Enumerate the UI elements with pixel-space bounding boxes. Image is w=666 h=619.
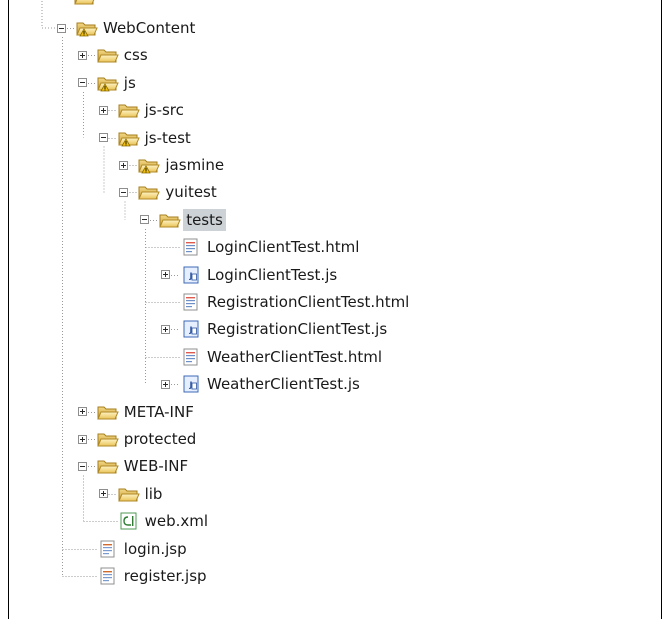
folder-icon (159, 211, 181, 229)
js-file-icon: J (180, 320, 202, 338)
tree-node[interactable]: js-src (98, 99, 498, 121)
tree-node-label: lib (144, 484, 163, 503)
tree-node-label: WEB-INF (123, 457, 189, 476)
tree-node[interactable]: css (77, 44, 477, 66)
tree-node[interactable]: WeatherClientTest.html (160, 346, 560, 368)
tree-node-label: protected (123, 430, 197, 448)
tree-node[interactable]: web.xml (98, 510, 498, 532)
folder-warning-icon (117, 129, 140, 147)
tree-node[interactable]: WEB-INF (77, 455, 477, 477)
folder-icon (97, 46, 119, 64)
tree-node-label: WebContent (103, 19, 196, 37)
collapse-toggle-icon[interactable] (77, 78, 87, 88)
js-file-icon: J (180, 266, 202, 284)
folder-icon (74, 0, 96, 6)
folder-warning-icon (138, 156, 161, 174)
html-file-icon (180, 293, 202, 311)
tree-node[interactable]: J WeatherClientTest.js (160, 373, 560, 395)
folder-icon (97, 457, 119, 475)
tree-node-label: jasmine (165, 156, 225, 174)
tree-node[interactable]: J LoginClientTest.js (160, 264, 560, 286)
tree-node[interactable]: js (77, 72, 477, 94)
jsp-file-icon (97, 540, 119, 558)
folder-icon (97, 403, 119, 421)
expand-toggle-icon[interactable] (161, 324, 170, 334)
collapse-toggle-icon[interactable] (98, 133, 108, 143)
folder-warning-icon (76, 19, 98, 37)
tree-node[interactable]: WebContent (56, 17, 456, 39)
tree-node[interactable]: tests (139, 208, 539, 231)
tree-node-label: login.jsp (123, 539, 187, 558)
tree-node[interactable]: LoginClientTest.html (160, 236, 560, 258)
tree-node-label: js-src (144, 101, 184, 120)
tree-node-label: tests (183, 208, 226, 231)
tree-node[interactable]: J RegistrationClientTest.js (160, 318, 560, 340)
tree-node-label: LoginClientTest.js (207, 265, 338, 284)
tree-node-label: WeatherClientTest.html (207, 347, 383, 366)
folder-warning-icon (97, 74, 119, 92)
tree-node-label: META-INF (123, 402, 194, 421)
expand-toggle-icon[interactable] (161, 379, 170, 389)
tree-node[interactable]: META-INF (77, 401, 477, 423)
jsp-file-icon (97, 567, 119, 585)
xml-file-icon (118, 512, 140, 530)
expand-toggle-icon[interactable] (77, 434, 87, 444)
collapse-toggle-icon[interactable] (140, 215, 150, 225)
tree-node-label: RegistrationClientTest.html (207, 293, 410, 311)
tree-node-label: register.jsp (123, 567, 207, 585)
folder-icon (97, 430, 119, 448)
tree-node[interactable]: RegistrationClientTest.html (160, 291, 560, 313)
tree-node[interactable]: yuitest (118, 181, 518, 203)
expand-toggle-icon[interactable] (98, 489, 108, 499)
tree-node[interactable]: jasmine (118, 154, 518, 176)
js-file-icon: J (180, 375, 202, 393)
html-file-icon (180, 238, 202, 256)
tree-node-label: LoginClientTest.html (207, 238, 360, 257)
tree-node-label: web.xml (144, 512, 209, 531)
folder-icon (138, 183, 161, 201)
tree-node[interactable]: login.jsp (77, 538, 477, 560)
tree-node-label: WeatherClientTest.js (207, 375, 360, 394)
expand-toggle-icon[interactable] (161, 270, 170, 280)
tree-node[interactable]: register.jsp (77, 565, 477, 587)
expand-toggle-icon[interactable] (98, 105, 108, 115)
tree-node[interactable]: lib (98, 483, 498, 505)
folder-icon (117, 101, 140, 119)
tree-node[interactable]: js-test (98, 127, 498, 149)
collapse-toggle-icon[interactable] (77, 461, 87, 471)
tree-node-label: js (123, 73, 136, 92)
tree-node-label: js-test (144, 128, 191, 147)
expand-toggle-icon[interactable] (77, 50, 87, 60)
collapse-toggle-icon[interactable] (57, 23, 66, 33)
tree-node[interactable]: protected (77, 428, 477, 450)
expand-toggle-icon[interactable] (77, 407, 87, 417)
tree-node-label: RegistrationClientTest.js (207, 320, 388, 339)
collapse-toggle-icon[interactable] (119, 187, 129, 197)
expand-toggle-icon[interactable] (119, 160, 129, 170)
html-file-icon (180, 348, 202, 366)
tree-node-label: css (123, 46, 148, 65)
folder-icon (117, 485, 140, 503)
tree-node-label: yuitest (165, 183, 217, 202)
